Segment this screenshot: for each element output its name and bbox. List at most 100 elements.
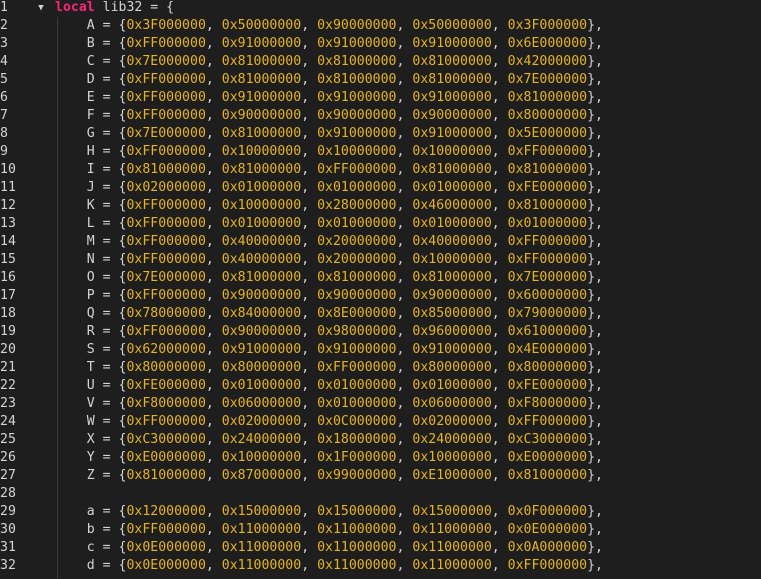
hex-literal: 0x79000000 xyxy=(507,306,588,321)
fold-arrow-icon[interactable]: ▼ xyxy=(34,0,48,17)
code-line[interactable]: 21 T = {0x80000000, 0x80000000, 0xFF0000… xyxy=(0,359,761,377)
code-line[interactable]: 19 R = {0xFF000000, 0x90000000, 0x980000… xyxy=(0,323,761,341)
code-line[interactable]: 16 O = {0x7E000000, 0x81000000, 0x810000… xyxy=(0,269,761,287)
assign-brace: = { xyxy=(94,396,127,411)
hex-literal: 0xFF000000 xyxy=(126,198,206,213)
line-number: 5 xyxy=(0,72,8,87)
code-line[interactable]: 5 D = {0xFF000000, 0x81000000, 0x8100000… xyxy=(0,71,761,89)
code-line[interactable]: 24 W = {0xFF000000, 0x02000000, 0x0C0000… xyxy=(0,413,761,431)
hex-literal: 0x50000000 xyxy=(412,18,492,33)
code-line[interactable]: 4 C = {0x7E000000, 0x81000000, 0x8100000… xyxy=(0,53,761,71)
hex-literal: 0xFF000000 xyxy=(507,144,588,159)
glyph-name: Z xyxy=(86,468,95,483)
code-line[interactable]: 15 N = {0xFF000000, 0x40000000, 0x200000… xyxy=(0,251,761,269)
hex-literal: 0x11000000 xyxy=(412,540,492,555)
comma: , xyxy=(205,144,222,159)
assign-brace: = { xyxy=(94,360,127,375)
line-number: 12 xyxy=(0,198,16,213)
code-line[interactable]: 25 X = {0xC3000000, 0x24000000, 0x180000… xyxy=(0,431,761,449)
code-line[interactable]: 14 M = {0xFF000000, 0x40000000, 0x200000… xyxy=(0,233,761,251)
code-line[interactable]: 23 V = {0xF8000000, 0x06000000, 0x010000… xyxy=(0,395,761,413)
comma: , xyxy=(396,432,413,447)
code-line[interactable]: 1 ▼ local lib32 = { xyxy=(0,0,761,17)
comma: , xyxy=(396,72,413,87)
hex-literal: 0x01000000 xyxy=(412,180,492,195)
glyph-name: H xyxy=(86,144,95,159)
comma: , xyxy=(396,270,413,285)
close-brace: }, xyxy=(587,144,603,159)
comma: , xyxy=(396,306,413,321)
hex-literal: 0x81000000 xyxy=(412,54,492,69)
glyph-name: J xyxy=(86,180,95,195)
glyph-name: b xyxy=(86,522,95,537)
hex-literal: 0x90000000 xyxy=(412,108,492,123)
line-number: 16 xyxy=(0,270,16,285)
code-line[interactable]: 9 H = {0xFF000000, 0x10000000, 0x1000000… xyxy=(0,143,761,161)
close-brace: }, xyxy=(587,450,603,465)
hex-literal: 0x15000000 xyxy=(412,504,492,519)
close-brace: }, xyxy=(587,234,603,249)
hex-literal: 0x20000000 xyxy=(317,252,397,267)
hex-literal: 0x61000000 xyxy=(507,324,588,339)
code-line[interactable]: 3 B = {0xFF000000, 0x91000000, 0x9100000… xyxy=(0,35,761,53)
hex-literal: 0x98000000 xyxy=(317,324,397,339)
line-number: 10 xyxy=(0,162,16,177)
code-line[interactable]: 22 U = {0xFE000000, 0x01000000, 0x010000… xyxy=(0,377,761,395)
code-line[interactable]: 11 J = {0x02000000, 0x01000000, 0x010000… xyxy=(0,179,761,197)
hex-literal: 0x90000000 xyxy=(317,288,397,303)
hex-literal: 0x5E000000 xyxy=(507,126,588,141)
comma: , xyxy=(396,288,413,303)
comma: , xyxy=(205,54,222,69)
line-number: 22 xyxy=(0,378,16,393)
hex-literal: 0xFF000000 xyxy=(126,324,206,339)
code-line[interactable]: 7 F = {0xFF000000, 0x90000000, 0x9000000… xyxy=(0,107,761,125)
code-line[interactable]: 12 K = {0xFF000000, 0x10000000, 0x280000… xyxy=(0,197,761,215)
line-number: 15 xyxy=(0,252,16,267)
code-line[interactable]: 26 Y = {0xE0000000, 0x10000000, 0x1F0000… xyxy=(0,449,761,467)
hex-literal: 0x6E000000 xyxy=(507,36,588,51)
code-text: Y = {0xE0000000, 0x10000000, 0x1F000000,… xyxy=(55,449,603,467)
code-line[interactable]: 13 L = {0xFF000000, 0x01000000, 0x010000… xyxy=(0,215,761,233)
comma: , xyxy=(205,288,222,303)
hex-literal: 0xFF000000 xyxy=(126,144,206,159)
hex-literal: 0x80000000 xyxy=(126,360,206,375)
code-text: H = {0xFF000000, 0x10000000, 0x10000000,… xyxy=(55,143,603,161)
comma: , xyxy=(491,198,508,213)
code-area[interactable]: 1 ▼ local lib32 = {2 A = {0x3F000000, 0x50… xyxy=(0,0,761,579)
hex-literal: 0x20000000 xyxy=(317,234,397,249)
assign-brace: = { xyxy=(94,162,127,177)
code-line[interactable]: 27 Z = {0x81000000, 0x87000000, 0x990000… xyxy=(0,467,761,485)
code-line[interactable]: 31 c = {0x0E000000, 0x11000000, 0x110000… xyxy=(0,539,761,557)
hex-literal: 0xC3000000 xyxy=(507,432,588,447)
code-editor[interactable]: 1 ▼ local lib32 = {2 A = {0x3F000000, 0x50… xyxy=(0,0,761,579)
code-line[interactable]: 17 P = {0xFF000000, 0x90000000, 0x900000… xyxy=(0,287,761,305)
code-line[interactable]: 28 xyxy=(0,485,761,503)
comma: , xyxy=(396,414,413,429)
hex-literal: 0x0E000000 xyxy=(126,540,206,555)
assign-brace: = { xyxy=(94,252,127,267)
code-line[interactable]: 18 Q = {0x78000000, 0x84000000, 0x8E0000… xyxy=(0,305,761,323)
hex-literal: 0xFF000000 xyxy=(126,288,206,303)
code-line[interactable]: 20 S = {0x62000000, 0x91000000, 0x910000… xyxy=(0,341,761,359)
hex-literal: 0x62000000 xyxy=(126,342,206,357)
code-line[interactable]: 6 E = {0xFF000000, 0x91000000, 0x9100000… xyxy=(0,89,761,107)
hex-literal: 0x01000000 xyxy=(317,180,397,195)
code-line[interactable]: 8 G = {0x7E000000, 0x81000000, 0x9100000… xyxy=(0,125,761,143)
hex-literal: 0x06000000 xyxy=(221,396,302,411)
code-line[interactable]: 2 A = {0x3F000000, 0x50000000, 0x9000000… xyxy=(0,17,761,35)
close-brace: }, xyxy=(587,270,603,285)
assign-brace: = { xyxy=(94,126,127,141)
line-number: 32 xyxy=(0,558,16,573)
code-line[interactable]: 10 I = {0x81000000, 0x81000000, 0xFF0000… xyxy=(0,161,761,179)
comma: , xyxy=(301,72,318,87)
assign-brace: = { xyxy=(94,414,127,429)
code-line[interactable]: 29 a = {0x12000000, 0x15000000, 0x150000… xyxy=(0,503,761,521)
comma: , xyxy=(396,180,413,195)
code-line[interactable]: 32 d = {0x0E000000, 0x11000000, 0x110000… xyxy=(0,557,761,575)
code-line[interactable]: 30 b = {0xFF000000, 0x11000000, 0x110000… xyxy=(0,521,761,539)
comma: , xyxy=(396,54,413,69)
